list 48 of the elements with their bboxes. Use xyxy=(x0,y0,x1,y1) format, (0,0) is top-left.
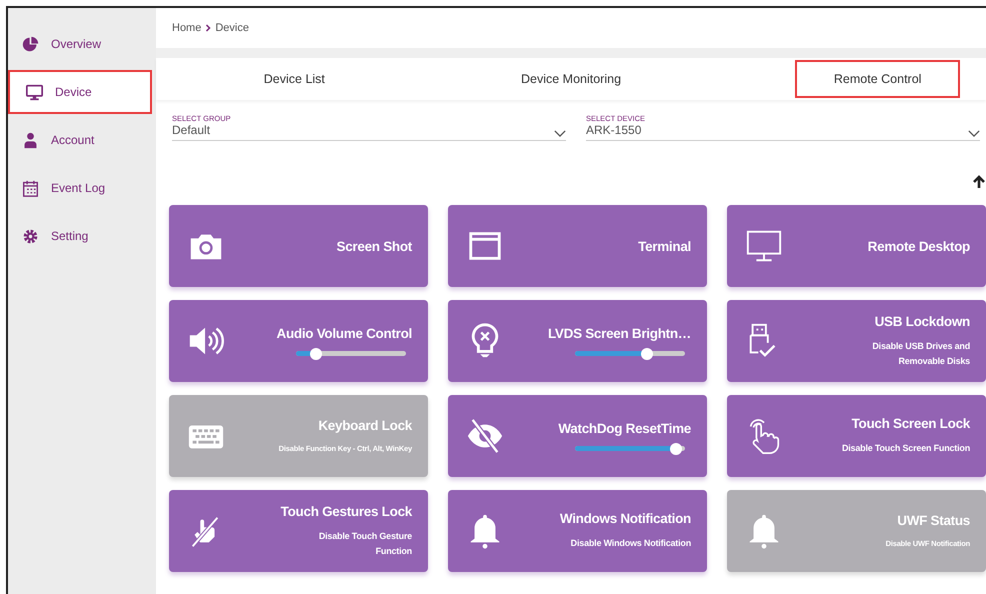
sidebar-item[interactable]: Overview xyxy=(8,22,156,66)
control-card[interactable]: WatchDog ResetTime xyxy=(448,395,707,477)
tab[interactable]: Remote Control xyxy=(795,60,960,98)
arrow-up-icon[interactable] xyxy=(972,175,986,189)
breadcrumb-link[interactable]: Home xyxy=(172,22,202,34)
card-title: Windows Notification xyxy=(560,511,691,526)
pie-chart-icon xyxy=(22,36,39,52)
caret-icon xyxy=(554,130,566,136)
monitor-icon xyxy=(26,84,43,100)
settings-icon xyxy=(22,228,39,244)
card-title: Terminal xyxy=(638,238,691,254)
card-description: Disable Windows Notification xyxy=(570,537,691,550)
chevron-right-icon xyxy=(205,24,212,32)
breadcrumb-current: Device xyxy=(215,22,249,34)
control-card[interactable]: Touch Screen Lock Disable Touch Screen Function xyxy=(727,395,986,477)
calendar-icon xyxy=(22,180,39,196)
card-title: UWF Status xyxy=(897,512,970,528)
control-card[interactable]: Audio Volume Control xyxy=(169,300,428,382)
card-description: Disable Touch Gesture Function xyxy=(318,530,412,558)
control-card[interactable]: Windows Notification Disable Windows Notification xyxy=(448,490,707,572)
card-title: Touch Gestures Lock xyxy=(280,504,412,520)
eye-slash-icon xyxy=(466,417,504,455)
control-card[interactable]: Touch Gestures Lock Disable Touch Gesture Function xyxy=(169,490,428,572)
caret-icon xyxy=(968,130,980,136)
user-icon xyxy=(22,132,39,148)
field-value: ARK-1550 xyxy=(586,123,642,137)
control-card[interactable]: Screen Shot xyxy=(169,205,428,287)
field-value: Default xyxy=(172,123,210,137)
tab[interactable]: Device List xyxy=(248,62,341,96)
card-title: USB Lockdown xyxy=(874,314,970,330)
card-title: Screen Shot xyxy=(336,238,412,254)
control-card[interactable]: USB Lockdown Disable USB Drives and Removable Disks xyxy=(727,300,986,382)
control-card[interactable]: LVDS Screen Brightn… xyxy=(448,300,707,382)
control-card[interactable]: Remote Desktop xyxy=(727,205,986,287)
card-title: Audio Volume Control xyxy=(276,326,412,341)
card-title: Remote Desktop xyxy=(868,238,970,254)
sidebar-item[interactable]: Event Log xyxy=(8,166,156,210)
card-description: Disable USB Drives and Removable Disks xyxy=(871,340,970,368)
card-description: Disable Touch Screen Function xyxy=(842,442,970,456)
sidebar-item[interactable]: Setting xyxy=(8,214,156,258)
card-title: WatchDog ResetTime xyxy=(558,421,691,436)
control-card[interactable]: Terminal xyxy=(448,205,707,287)
card-title: Touch Screen Lock xyxy=(852,416,970,432)
sidebar-item[interactable]: Account xyxy=(8,118,156,162)
card-title: LVDS Screen Brightn… xyxy=(548,326,691,341)
card-title: Keyboard Lock xyxy=(318,418,412,432)
sidebar-item[interactable]: Device xyxy=(8,70,152,114)
tab[interactable]: Device Monitoring xyxy=(504,62,638,96)
